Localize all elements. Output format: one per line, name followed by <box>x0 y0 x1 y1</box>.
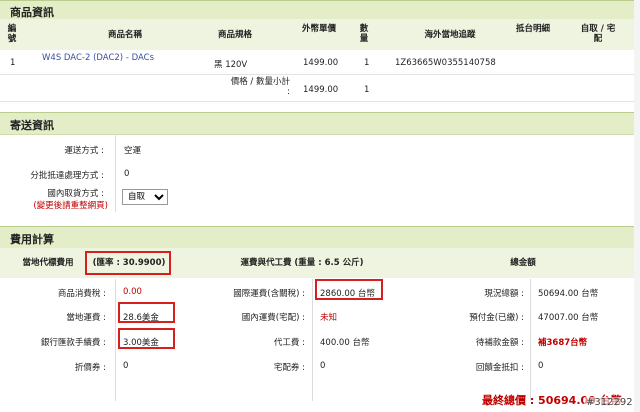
product-no: 1 <box>10 58 16 68</box>
fee-value-domestic-freight: 未知 <box>320 313 338 323</box>
freight-header: 運費與代工費 (重量 : 6.5 公斤) <box>240 258 364 268</box>
fee-value-delivery-coupon: 0 <box>320 361 326 371</box>
vertical-scrollbar[interactable] <box>634 0 640 412</box>
fee-divider-1 <box>115 279 116 401</box>
col-spec: 商品規格 <box>217 30 252 40</box>
product-name-link[interactable]: W4S DAC-2 (DAC2) - DACs <box>42 53 172 63</box>
pickup-method-select[interactable]: 自取 <box>122 189 168 205</box>
fee-label-rebate: 回饋金抵扣 : <box>475 363 524 373</box>
split-handling-label: 分批抵達處理方式 : <box>30 171 104 181</box>
shipping-section-title: 寄送資訊 <box>10 119 54 132</box>
subtotal-qty: 1 <box>364 85 370 95</box>
fee-label-current-total: 現況總額 : <box>484 289 524 299</box>
fee-label-delivery-coupon: 宅配券 : <box>273 363 305 373</box>
fee-value-pending: 補3687台幣 <box>538 338 588 348</box>
intl-freight-highlight <box>315 279 383 300</box>
bank-fee-highlight <box>118 328 175 349</box>
watermark: #312292 <box>584 397 635 408</box>
shipping-method-value: 空運 <box>124 146 142 156</box>
fee-label-bank-fee: 銀行匯款手續費 : <box>40 338 106 348</box>
col-name: 商品名稱 <box>107 30 142 40</box>
col-no: 編號 <box>7 24 17 44</box>
subtotal-price: 1499.00 <box>303 85 339 95</box>
col-detail: 抵台明細 <box>515 24 550 34</box>
subtotal-label: 價格 / 數量小計 : <box>230 77 290 97</box>
fee-label-prepaid: 預付金(已繳) : <box>469 313 524 323</box>
fee-value-tax: 0.00 <box>123 287 142 297</box>
shipping-divider <box>115 134 116 212</box>
exchange-rate-highlight <box>85 251 171 275</box>
product-qty: 1 <box>364 58 370 68</box>
product-section-header: 商品資訊 <box>0 0 634 20</box>
fee-label-coupon: 折價券 : <box>74 363 106 373</box>
split-handling-value: 0 <box>124 169 130 179</box>
product-price: 1499.00 <box>303 58 339 68</box>
pickup-refresh-note: (變更後請重整網頁) <box>33 201 108 211</box>
shipping-section-header: 寄送資訊 <box>0 112 634 135</box>
fee-value-rebate: 0 <box>538 361 544 371</box>
fee-value-current-total: 50694.00 台幣 <box>538 289 599 299</box>
local-freight-highlight <box>118 302 175 323</box>
fee-label-pending: 待補款金額 : <box>475 338 524 348</box>
fee-label-intl-freight: 國際運費(含關稅) : <box>233 289 305 299</box>
product-tracking: 1Z63665W0355140758 <box>395 58 496 68</box>
fee-label-local-freight: 當地運費 : <box>66 313 106 323</box>
fee-label-domestic-freight: 國內運費(宅配) : <box>241 313 305 323</box>
fee-value-processing: 400.00 台幣 <box>320 338 370 348</box>
fee-label-processing: 代工費 : <box>273 338 305 348</box>
fee-value-prepaid: 47007.00 台幣 <box>538 313 599 323</box>
fee-divider-3 <box>530 279 531 401</box>
fee-section-header: 費用計算 <box>0 226 634 249</box>
pickup-method-label: 國內取貨方式 : <box>47 189 104 199</box>
total-header: 總金額 <box>510 258 536 268</box>
product-section-title: 商品資訊 <box>10 6 54 19</box>
col-track: 海外當地追蹤 <box>424 30 476 40</box>
shipping-method-label: 運送方式 : <box>64 146 104 156</box>
local-fee-header: 當地代標費用 <box>22 258 74 268</box>
fee-value-coupon: 0 <box>123 361 129 371</box>
col-pickup: 自取 / 宅配 <box>580 24 616 44</box>
fee-section-title: 費用計算 <box>10 233 54 246</box>
fee-divider-2 <box>312 279 313 401</box>
col-price: 外幣單價 <box>301 24 336 34</box>
col-qty: 數量 <box>359 24 369 44</box>
fee-label-tax: 商品消費稅 : <box>57 289 106 299</box>
product-spec: 黑 120V <box>214 60 248 70</box>
